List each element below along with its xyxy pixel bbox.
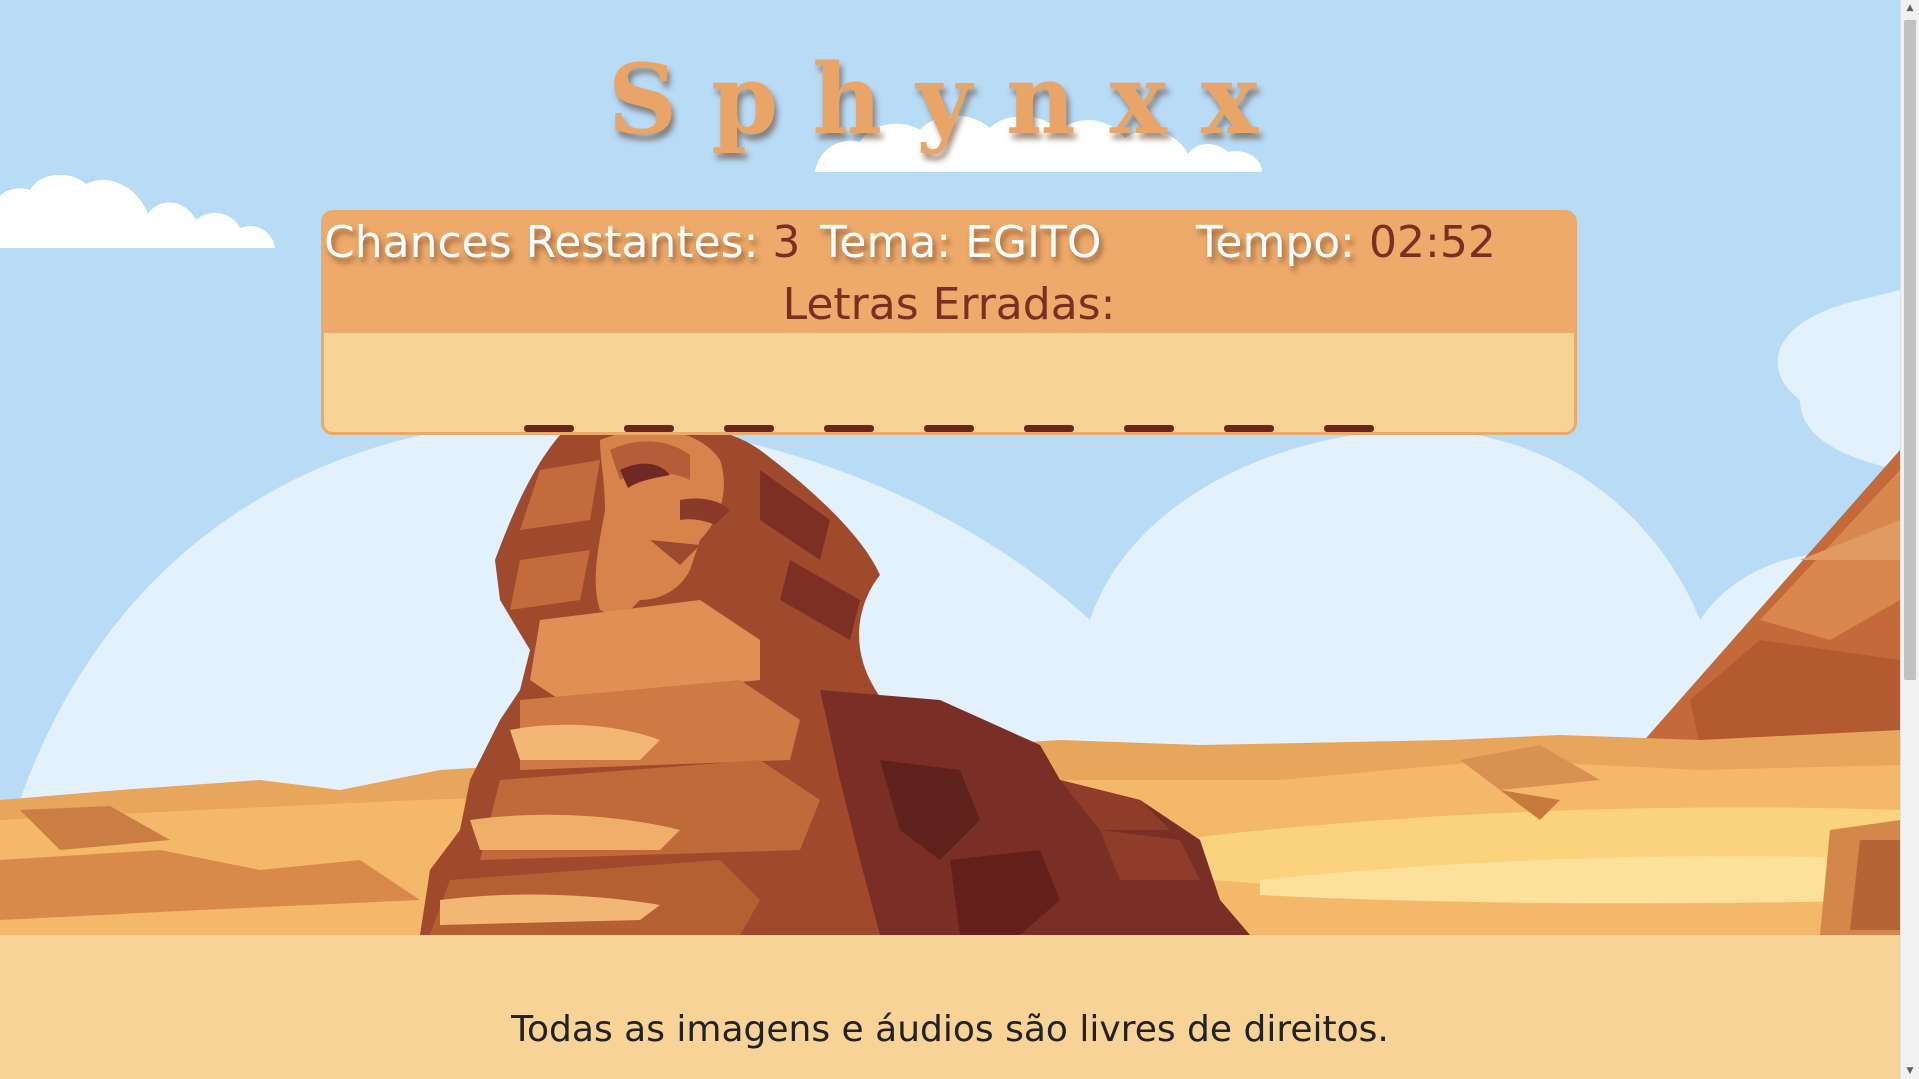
letter-slot: [1124, 425, 1174, 432]
chances-remaining: Chances Restantes: 3: [324, 217, 800, 270]
status-header: Chances Restantes: 3 Tema: EGITO Tempo: …: [324, 213, 1574, 333]
letter-slot: [824, 425, 874, 432]
letter-slot: [524, 425, 574, 432]
game-status-panel: Chances Restantes: 3 Tema: EGITO Tempo: …: [321, 210, 1577, 435]
chances-value: 3: [772, 217, 801, 268]
footer-credits: Todas as imagens e áudios são livres de …: [511, 1009, 1389, 1050]
scroll-up-arrow-icon[interactable]: ▲: [1901, 0, 1919, 16]
letter-slot: [1224, 425, 1274, 432]
theme: Tema: EGITO: [820, 217, 1102, 270]
game-screen: Sphynxx Chances Restantes: 3 Tema: EGITO…: [0, 0, 1919, 1079]
egypt-sphinx-illustration: [0, 0, 1900, 1079]
time-value: 02:52: [1369, 217, 1496, 268]
theme-label: Tema:: [820, 217, 952, 268]
page-scrollbar[interactable]: ▲ ▼: [1900, 0, 1919, 1079]
footer: Todas as imagens e áudios são livres de …: [0, 935, 1900, 1079]
game-title: Sphynxx: [607, 43, 1293, 156]
letter-slot: [924, 425, 974, 432]
scroll-down-arrow-icon[interactable]: ▼: [1901, 1063, 1919, 1079]
time-label: Tempo:: [1196, 217, 1356, 268]
hidden-word: [324, 425, 1574, 432]
letter-slot: [624, 425, 674, 432]
wrong-letters-label: Letras Erradas:: [782, 279, 1116, 330]
scrollbar-thumb[interactable]: [1904, 20, 1916, 680]
theme-value: EGITO: [965, 217, 1102, 268]
timer: Tempo: 02:52: [1196, 217, 1496, 270]
chances-label: Chances Restantes:: [324, 217, 759, 268]
letter-slot: [1324, 425, 1374, 432]
letter-slot: [724, 425, 774, 432]
letter-slot: [1024, 425, 1074, 432]
